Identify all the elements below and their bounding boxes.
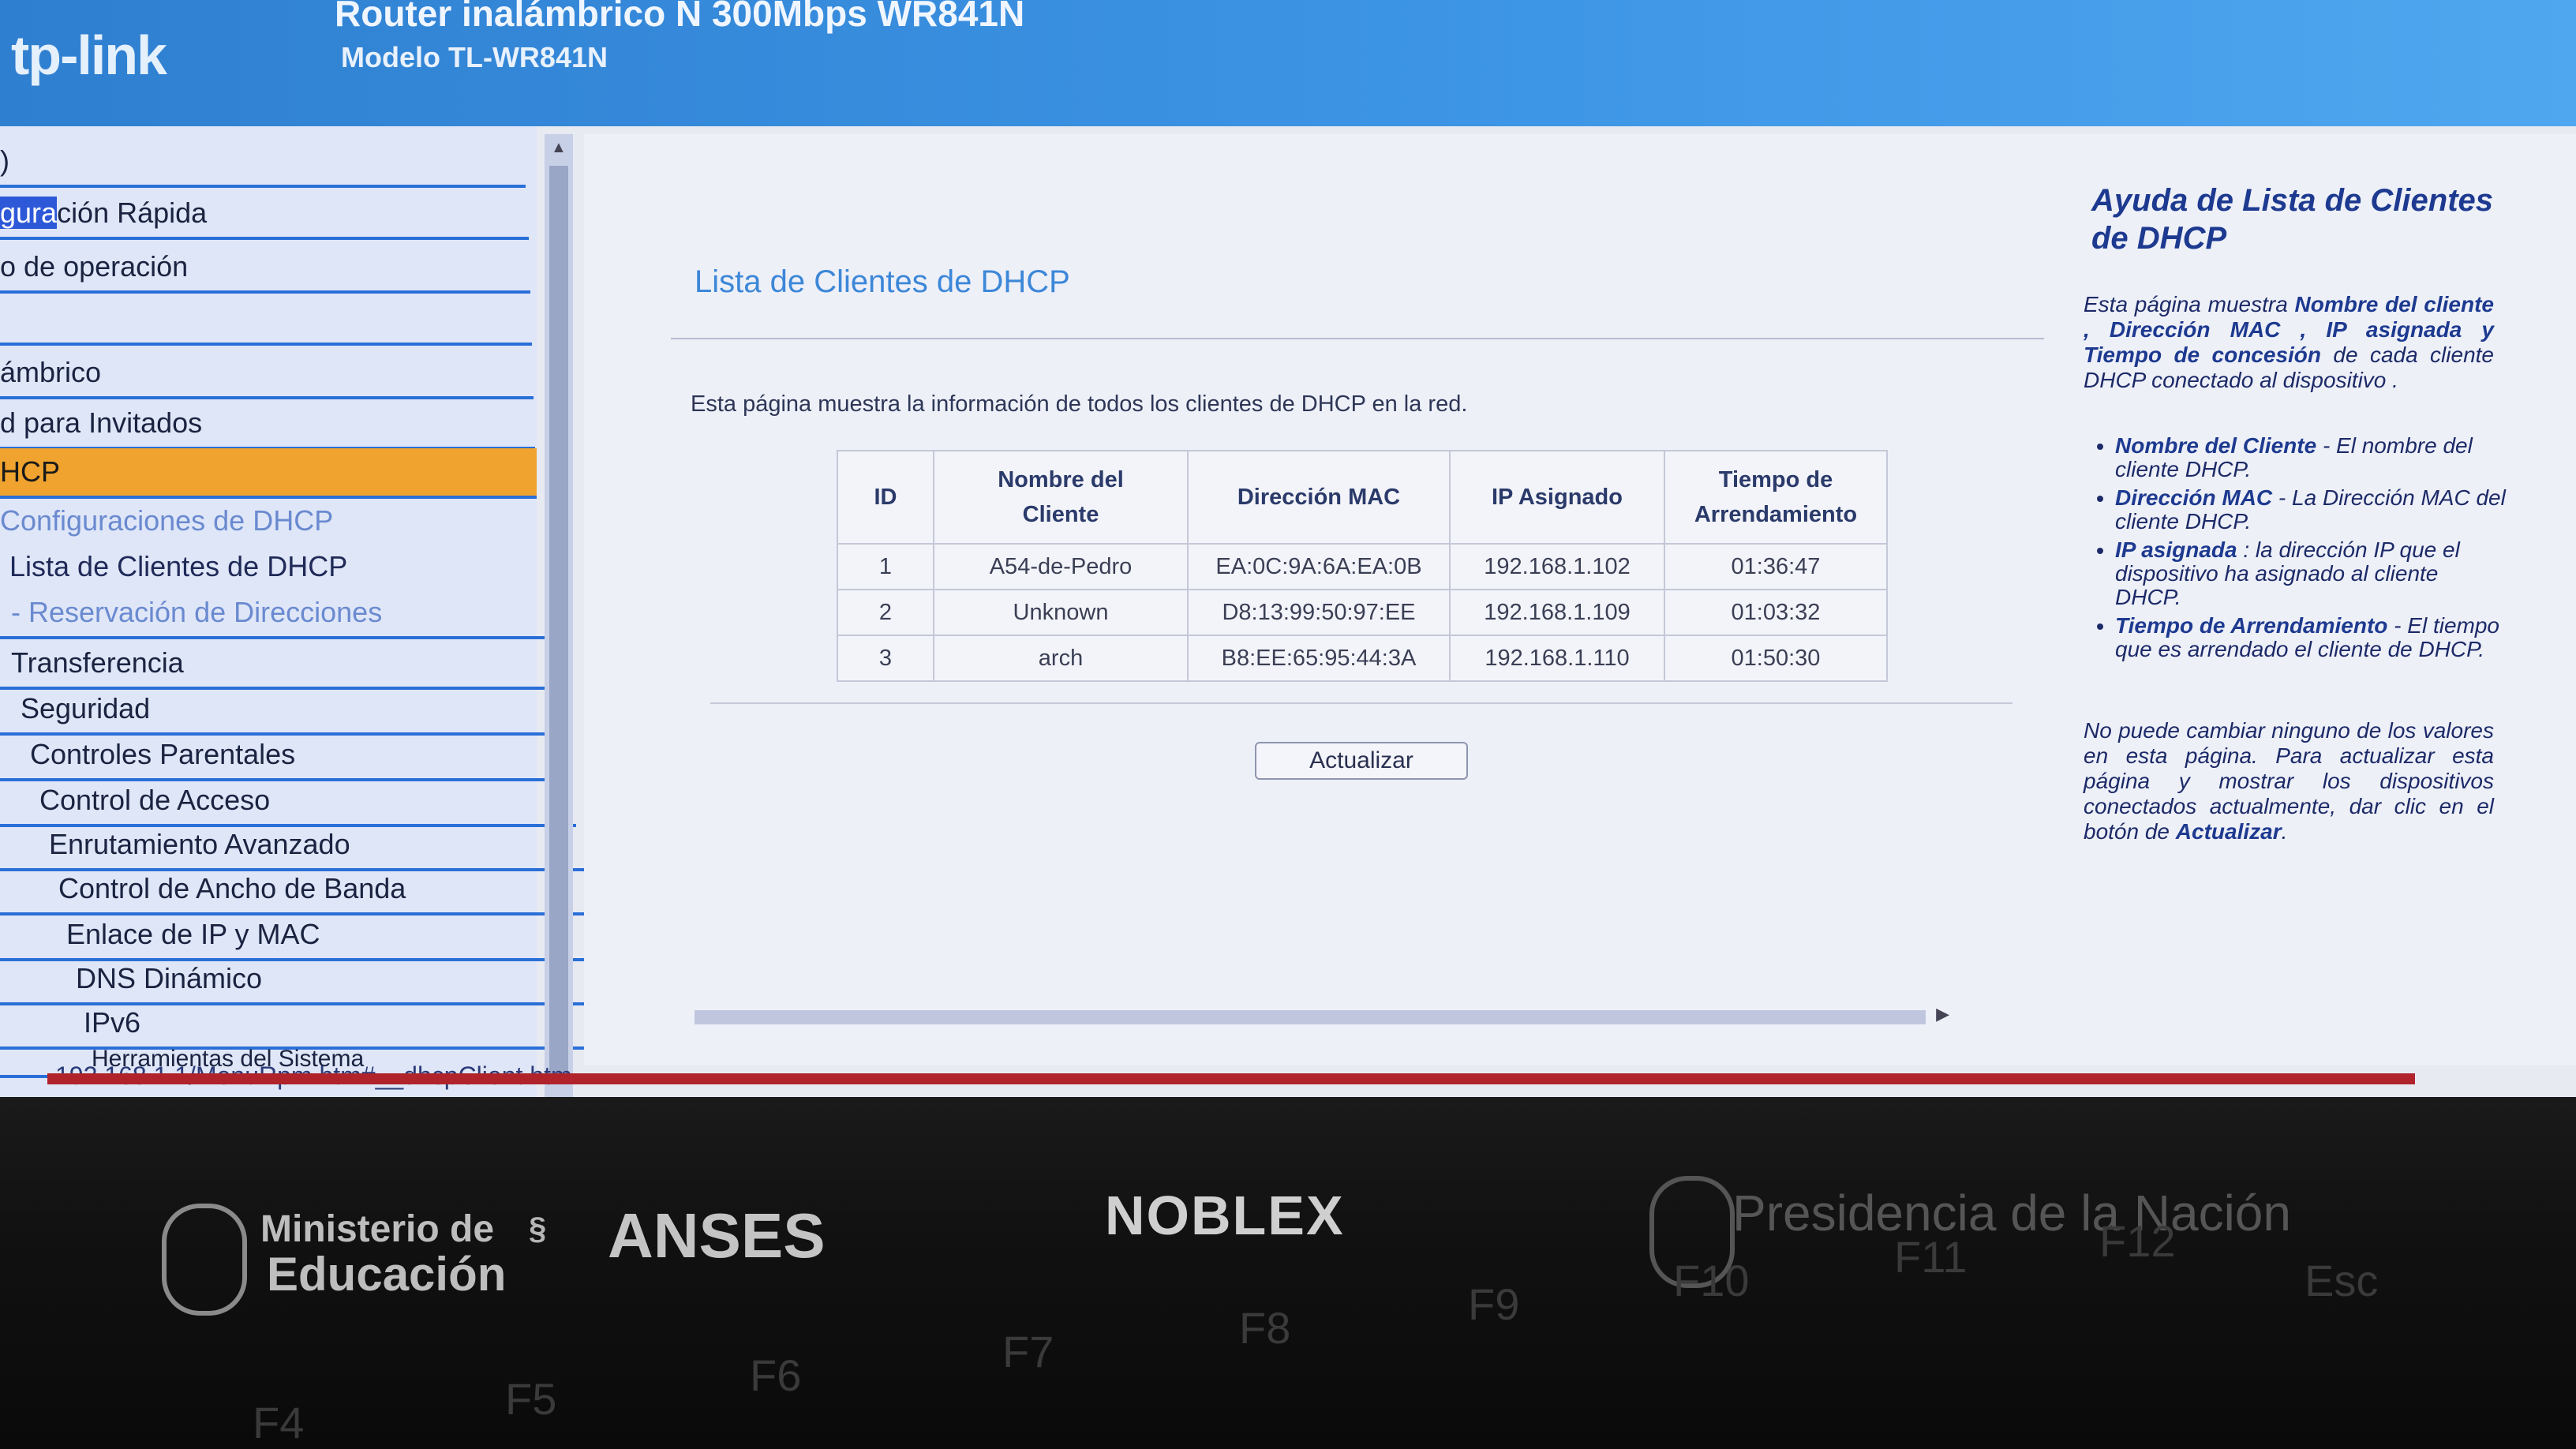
cell-id: 3 xyxy=(837,635,934,682)
key-f7: F7 xyxy=(1002,1327,1054,1376)
main-content: Lista de Clientes de DHCP Esta página mu… xyxy=(584,134,2076,1065)
sidebar-item-access-control[interactable]: Control de Acceso xyxy=(0,777,576,827)
cell-ip: 192.168.1.110 xyxy=(1449,635,1665,682)
router-model: Modelo TL-WR841N xyxy=(341,41,608,73)
dhcp-client-table: ID Nombre del Cliente Dirección MAC IP A… xyxy=(837,450,1888,682)
column-header-client-name: Nombre del Cliente xyxy=(933,450,1189,545)
key-f4: F4 xyxy=(253,1398,305,1447)
brand-anses: ANSES xyxy=(608,1200,826,1271)
sidebar-item-status[interactable]: ) xyxy=(0,137,526,188)
brand-ministerio-line2: Educación xyxy=(267,1248,507,1301)
sidebar-scrollbar[interactable]: ▲ xyxy=(545,134,573,1097)
cell-mac: D8:13:99:50:97:EE xyxy=(1187,589,1451,636)
sidebar-item-label-highlight: gura xyxy=(0,197,58,229)
table-row: 1 A54-de-Pedro EA:0C:9A:6A:EA:0B 192.168… xyxy=(837,543,1888,590)
help-field-term: Tiempo de Arrendamiento xyxy=(2115,613,2388,638)
key-f6: F6 xyxy=(750,1350,802,1400)
sidebar-item-advanced-routing[interactable]: Enrutamiento Avanzado xyxy=(0,821,586,871)
brand-noblex: NOBLEX xyxy=(1105,1185,1345,1246)
cell-mac: B8:EE:65:95:44:3A xyxy=(1187,635,1451,682)
sidebar-item-wireless[interactable]: ámbrico xyxy=(0,349,534,399)
key-f8: F8 xyxy=(1239,1303,1291,1353)
tplink-logo: tp-link xyxy=(11,24,167,86)
key-esc: Esc xyxy=(2305,1256,2379,1305)
help-note-button-ref: Actualizar xyxy=(2175,819,2282,844)
sidebar-item-parental-controls[interactable]: Controles Parentales xyxy=(0,731,567,781)
key-f11: F11 xyxy=(1894,1232,1968,1282)
sidebar-item-dhcp-client-list[interactable]: Lista de Clientes de DHCP xyxy=(0,543,546,590)
help-field-term: Dirección MAC xyxy=(2115,485,2273,510)
sidebar-item-address-reservation[interactable]: - Reservación de Direcciones xyxy=(0,589,548,639)
sidebar-item-operation-mode[interactable]: o de operación xyxy=(0,243,530,294)
sidebar-item-guest-network[interactable]: d para Invitados xyxy=(0,399,535,450)
sidebar-item-bandwidth-control[interactable]: Control de Ancho de Banda xyxy=(0,865,595,915)
help-panel: Ayuda de Lista de Clientes de DHCP Esta … xyxy=(2076,134,2576,1065)
column-header-id: ID xyxy=(837,450,934,545)
sidebar-item-quick-setup[interactable]: guración Rápida xyxy=(0,189,529,240)
scroll-right-arrow-icon[interactable]: ▶ xyxy=(1936,1004,1949,1024)
sidebar-item-ipv6[interactable]: IPv6 xyxy=(0,999,620,1050)
help-title: Ayuda de Lista de Clientes de DHCP xyxy=(2091,183,2494,256)
help-field-term: Nombre del Cliente xyxy=(2115,433,2317,458)
page-description: Esta página muestra la información de to… xyxy=(691,391,1468,417)
cell-ip: 192.168.1.102 xyxy=(1449,543,1665,590)
help-field-term: IP asignada xyxy=(2115,537,2237,562)
cell-client-name: arch xyxy=(933,635,1189,682)
key-f10: F10 xyxy=(1673,1256,1750,1305)
refresh-button[interactable]: Actualizar xyxy=(1255,742,1468,780)
sidebar-item-dhcp-settings[interactable]: Configuraciones de DHCP xyxy=(0,497,537,545)
help-note-end: . xyxy=(2281,819,2288,844)
help-field-item: Tiempo de Arrendamiento - El tiempo que … xyxy=(2115,614,2510,661)
title-divider xyxy=(671,338,2044,339)
column-header-mac: Dirección MAC xyxy=(1187,450,1451,545)
sidebar-item-ip-mac-binding[interactable]: Enlace de IP y MAC xyxy=(0,911,603,961)
brand-presidencia: Presidencia de la Nación xyxy=(1732,1185,2291,1241)
help-field-item: Nombre del Cliente - El nombre del clien… xyxy=(2115,434,2510,481)
sidebar-item-forwarding[interactable]: Transferencia xyxy=(0,639,548,690)
sidebar-item-network[interactable] xyxy=(0,295,532,346)
router-header: tp-link Router inalámbrico N 300Mbps WR8… xyxy=(0,0,2576,126)
screen: tp-link Router inalámbrico N 300Mbps WR8… xyxy=(0,0,2576,1117)
cell-id: 2 xyxy=(837,589,934,636)
cell-id: 1 xyxy=(837,543,934,590)
ministry-emblem-icon xyxy=(162,1204,247,1316)
anses-logo-icon: § xyxy=(529,1211,547,1246)
key-f12: F12 xyxy=(2099,1216,2176,1266)
column-header-lease-time: Tiempo de Arrendamiento xyxy=(1664,450,1888,545)
sidebar-item-label: ción Rápida xyxy=(57,197,208,229)
screen-edge xyxy=(47,1073,2415,1084)
help-field-item: IP asignada : la dirección IP que el dis… xyxy=(2115,538,2510,609)
cell-mac: EA:0C:9A:6A:EA:0B xyxy=(1187,543,1451,590)
cell-client-name: A54-de-Pedro xyxy=(933,543,1189,590)
scroll-up-arrow-icon[interactable]: ▲ xyxy=(551,139,567,157)
help-intro: Esta página muestra Nombre del cliente ,… xyxy=(2084,292,2494,393)
key-f9: F9 xyxy=(1468,1279,1520,1329)
router-title: Router inalámbrico N 300Mbps WR841N xyxy=(335,0,1025,34)
key-f5: F5 xyxy=(505,1374,557,1424)
help-note-text: No puede cambiar ninguno de los valores … xyxy=(2084,718,2494,844)
table-divider xyxy=(710,702,2012,704)
column-header-ip: IP Asignado xyxy=(1449,450,1665,545)
help-field-item: Dirección MAC - La Dirección MAC del cli… xyxy=(2115,486,2510,534)
brand-ministerio-line1: Ministerio de xyxy=(260,1208,495,1250)
help-field-list: Nombre del Cliente - El nombre del clien… xyxy=(2091,434,2510,666)
table-row: 2 Unknown D8:13:99:50:97:EE 192.168.1.10… xyxy=(837,589,1888,636)
laptop-keyboard-area: Ministerio de Educación § ANSES NOBLEX P… xyxy=(0,1097,2576,1449)
cell-lease-time: 01:50:30 xyxy=(1664,635,1888,682)
horizontal-scrollbar[interactable]: ▶ xyxy=(695,1004,1949,1024)
sidebar-item-dhcp[interactable]: HCP xyxy=(0,448,537,499)
sidebar-scroll-thumb[interactable] xyxy=(549,166,568,1073)
sidebar-item-dynamic-dns[interactable]: DNS Dinámico xyxy=(0,955,612,1005)
cell-client-name: Unknown xyxy=(933,589,1189,636)
cell-lease-time: 01:03:32 xyxy=(1664,589,1888,636)
sidebar-menu: ) guración Rápida o de operación ámbrico… xyxy=(0,126,628,1097)
table-header-row: ID Nombre del Cliente Dirección MAC IP A… xyxy=(837,450,1888,545)
cell-ip: 192.168.1.109 xyxy=(1449,589,1665,636)
table-row: 3 arch B8:EE:65:95:44:3A 192.168.1.110 0… xyxy=(837,635,1888,682)
help-intro-text: Esta página muestra xyxy=(2084,292,2295,316)
sidebar-item-security[interactable]: Seguridad xyxy=(0,685,557,736)
page-title: Lista de Clientes de DHCP xyxy=(695,264,1070,299)
help-note: No puede cambiar ninguno de los valores … xyxy=(2084,718,2494,844)
cell-lease-time: 01:36:47 xyxy=(1664,543,1888,590)
